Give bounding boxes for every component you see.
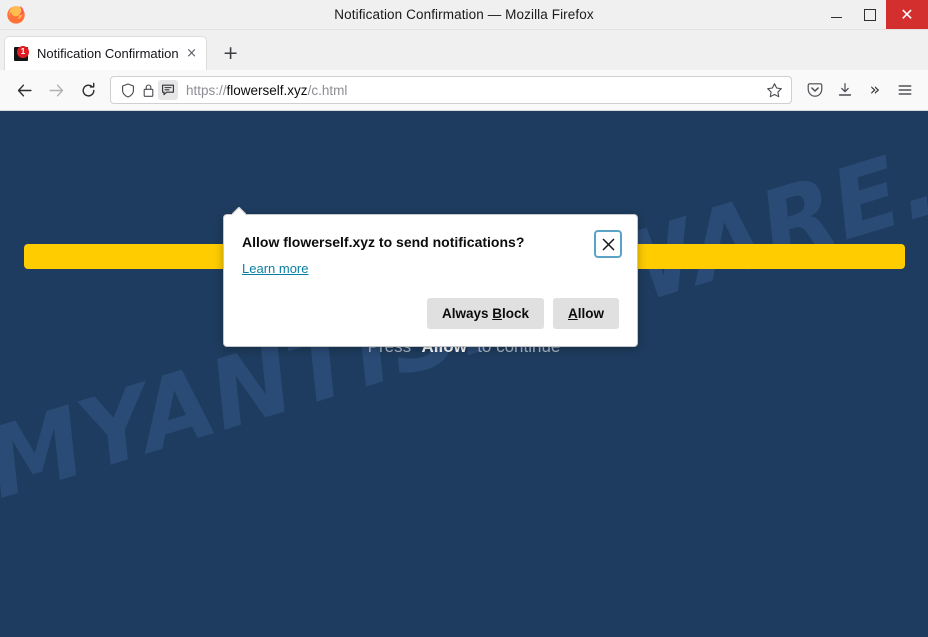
shield-icon[interactable] xyxy=(118,80,138,100)
close-window-button[interactable]: ✕ xyxy=(886,0,928,29)
url-scheme: https:// xyxy=(186,82,227,98)
downloads-button[interactable] xyxy=(830,75,860,105)
firefox-window: Notification Confirmation — Mozilla Fire… xyxy=(0,0,928,637)
lock-icon[interactable] xyxy=(138,80,158,100)
reload-icon xyxy=(82,82,95,96)
bookmark-star-icon[interactable] xyxy=(761,78,787,102)
download-icon xyxy=(838,83,852,96)
title-bar: Notification Confirmation — Mozilla Fire… xyxy=(0,0,928,30)
block-accesskey: B xyxy=(492,306,502,321)
popup-header: Allow flowerself.xyz to send notificatio… xyxy=(224,215,637,258)
maximize-icon xyxy=(863,8,876,21)
window-controls: ✕ xyxy=(820,0,928,29)
forward-arrow-icon xyxy=(48,83,63,97)
favicon-badge-count: 1 xyxy=(17,45,29,58)
allow-button[interactable]: Allow xyxy=(553,298,619,329)
block-suffix: lock xyxy=(501,306,529,321)
popup-anchor-arrow xyxy=(232,207,246,215)
tab-strip: 1 Notification Confirmation × + xyxy=(0,30,928,70)
always-block-button[interactable]: Always Block xyxy=(426,298,544,329)
url-text[interactable]: https://flowerself.xyz/c.html xyxy=(186,83,761,98)
popup-close-button[interactable] xyxy=(594,230,622,258)
overflow-menu-button[interactable]: » xyxy=(860,75,890,105)
url-host: flowerself.xyz xyxy=(226,82,308,98)
tab-title: Notification Confirmation xyxy=(37,46,179,61)
notification-permission-icon[interactable] xyxy=(158,80,178,100)
reload-button[interactable] xyxy=(72,75,104,105)
popup-title: Allow flowerself.xyz to send notificatio… xyxy=(242,234,525,250)
maximize-button[interactable] xyxy=(853,0,886,29)
pocket-icon xyxy=(807,83,823,97)
popup-learn-more-row: Learn more xyxy=(224,251,637,278)
close-icon xyxy=(602,238,614,250)
address-bar[interactable]: https://flowerself.xyz/c.html xyxy=(110,76,792,104)
notification-permission-popup: Allow flowerself.xyz to send notificatio… xyxy=(223,214,638,347)
tab-close-icon[interactable]: × xyxy=(184,46,200,62)
allow-accesskey: A xyxy=(568,306,578,321)
app-menu-button[interactable] xyxy=(890,75,920,105)
learn-more-link[interactable]: Learn more xyxy=(242,261,308,276)
minimize-button[interactable] xyxy=(820,0,853,29)
new-tab-button[interactable]: + xyxy=(216,38,246,68)
close-icon: ✕ xyxy=(900,4,914,24)
minimize-icon xyxy=(831,16,842,18)
back-button[interactable] xyxy=(8,75,40,105)
navigation-toolbar: https://flowerself.xyz/c.html » xyxy=(0,70,928,111)
block-prefix: Always xyxy=(441,306,493,321)
pocket-button[interactable] xyxy=(800,75,830,105)
popup-actions: Always Block Allow xyxy=(224,278,637,346)
url-path: /c.html xyxy=(307,82,348,98)
forward-button[interactable] xyxy=(40,75,72,105)
back-arrow-icon xyxy=(17,83,32,97)
browser-tab[interactable]: 1 Notification Confirmation × xyxy=(4,36,207,70)
allow-suffix: llow xyxy=(577,306,604,321)
tab-favicon-icon: 1 xyxy=(14,45,30,62)
page-content: MYANTISPYWARE.COM Press “Allow” to conti… xyxy=(0,111,928,637)
hamburger-menu-icon xyxy=(898,85,912,95)
window-title: Notification Confirmation — Mozilla Fire… xyxy=(334,7,594,22)
